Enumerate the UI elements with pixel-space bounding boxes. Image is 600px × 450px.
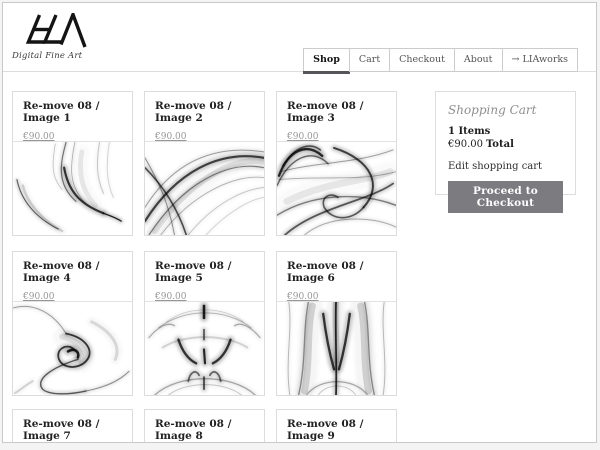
artwork-image <box>145 142 264 235</box>
product-title[interactable]: Re-move 08 / Image 1 <box>23 100 126 124</box>
cart-total-label: Total <box>486 139 514 150</box>
product-card: Re-move 08 / Image 5 €90.00 <box>144 251 265 396</box>
product-title[interactable]: Re-move 08 / Image 7 <box>23 418 126 442</box>
artwork-image <box>277 142 396 235</box>
product-card: Re-move 08 / Image 9 €90.00 <box>276 409 397 443</box>
nav-tab-shop[interactable]: Shop <box>303 48 350 72</box>
product-card: Re-move 08 / Image 4 €90.00 <box>12 251 133 396</box>
product-title[interactable]: Re-move 08 / Image 3 <box>287 100 390 124</box>
proceed-to-checkout-button[interactable]: Proceed to Checkout <box>448 181 563 213</box>
shopping-cart-panel: Shopping Cart 1 Items €90.00Total Edit s… <box>435 91 576 195</box>
product-card: Re-move 08 / Image 3 €90.00 <box>276 91 397 236</box>
product-card: Re-move 08 / Image 1 €90.00 <box>12 91 133 236</box>
nav-tab-about[interactable]: About <box>454 48 503 72</box>
header: Digital Fine Art ShopCartCheckoutAbout→ … <box>3 3 596 72</box>
main-navigation: ShopCartCheckoutAbout→ LIAworks <box>304 48 578 72</box>
product-artwork[interactable] <box>277 141 396 235</box>
product-card-text: Re-move 08 / Image 3 €90.00 <box>277 92 396 141</box>
product-artwork[interactable] <box>277 301 396 395</box>
product-artwork[interactable] <box>145 301 264 395</box>
nav-tab-checkout[interactable]: Checkout <box>389 48 455 72</box>
product-title[interactable]: Re-move 08 / Image 8 <box>155 418 258 442</box>
artwork-image <box>13 302 132 395</box>
product-card: Re-move 08 / Image 8 €90.00 <box>144 409 265 443</box>
product-card-text: Re-move 08 / Image 4 €90.00 <box>13 252 132 301</box>
product-title[interactable]: Re-move 08 / Image 5 <box>155 260 258 284</box>
product-card-text: Re-move 08 / Image 1 €90.00 <box>13 92 132 141</box>
product-artwork[interactable] <box>13 141 132 235</box>
product-card-text: Re-move 08 / Image 6 €90.00 <box>277 252 396 301</box>
cart-total: €90.00Total <box>448 139 563 150</box>
nav-tab-cart[interactable]: Cart <box>349 48 390 72</box>
nav-tab-liaworks[interactable]: → LIAworks <box>502 48 579 72</box>
product-artwork[interactable] <box>145 141 264 235</box>
product-card-text: Re-move 08 / Image 5 €90.00 <box>145 252 264 301</box>
lia-logo-icon <box>25 13 87 49</box>
product-title[interactable]: Re-move 08 / Image 6 <box>287 260 390 284</box>
product-card-text: Re-move 08 / Image 8 €90.00 <box>145 410 264 443</box>
cart-heading: Shopping Cart <box>448 103 563 117</box>
product-artwork[interactable] <box>13 301 132 395</box>
shop-page: Digital Fine Art ShopCartCheckoutAbout→ … <box>2 2 597 443</box>
product-card: Re-move 08 / Image 6 €90.00 <box>276 251 397 396</box>
product-card-text: Re-move 08 / Image 7 €90.00 <box>13 410 132 443</box>
artwork-image <box>277 302 396 395</box>
product-title[interactable]: Re-move 08 / Image 9 <box>287 418 390 442</box>
edit-cart-link[interactable]: Edit shopping cart <box>448 161 542 172</box>
product-title[interactable]: Re-move 08 / Image 4 <box>23 260 126 284</box>
product-card-text: Re-move 08 / Image 9 €90.00 <box>277 410 396 443</box>
cart-items-count: 1 Items <box>448 126 563 137</box>
artwork-image <box>13 142 132 235</box>
artwork-image <box>145 302 264 395</box>
product-card: Re-move 08 / Image 7 €90.00 <box>12 409 133 443</box>
brand-logo[interactable]: Digital Fine Art <box>12 13 87 61</box>
product-card: Re-move 08 / Image 2 €90.00 <box>144 91 265 236</box>
product-title[interactable]: Re-move 08 / Image 2 <box>155 100 258 124</box>
cart-total-price: €90.00 <box>448 139 483 150</box>
brand-tagline: Digital Fine Art <box>12 51 87 61</box>
product-card-text: Re-move 08 / Image 2 €90.00 <box>145 92 264 141</box>
